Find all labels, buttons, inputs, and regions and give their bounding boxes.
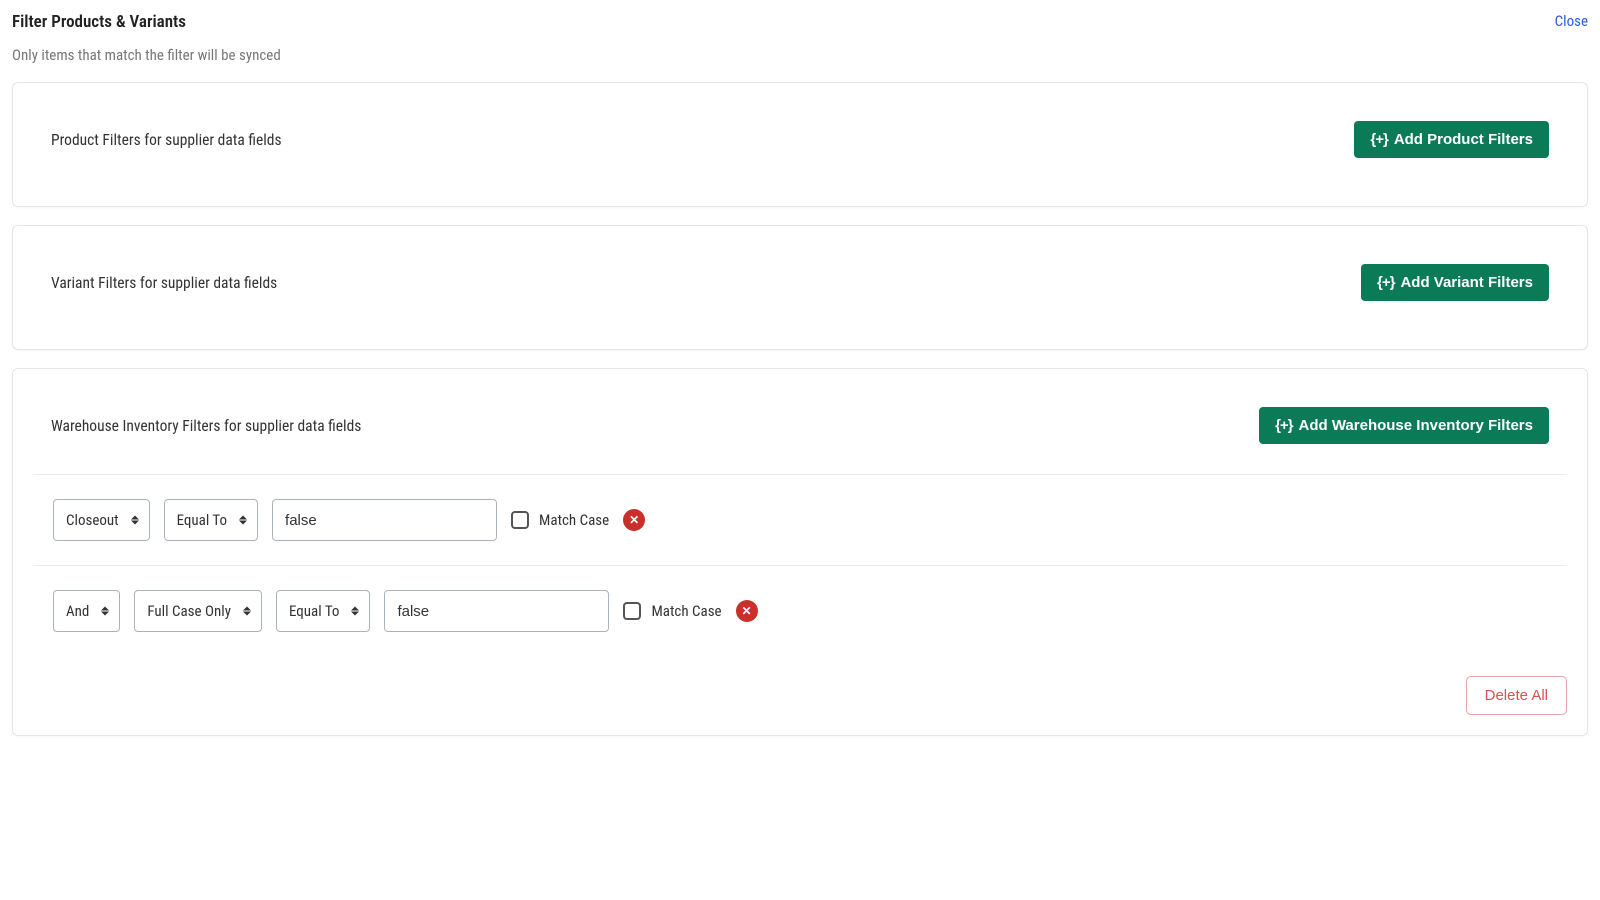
match-case-group[interactable]: Match Case xyxy=(511,511,609,529)
filter-row: Closeout Equal To Match Case ✕ xyxy=(33,474,1567,565)
page-subtitle: Only items that match the filter will be… xyxy=(12,46,1588,64)
add-warehouse-filters-label: Add Warehouse Inventory Filters xyxy=(1299,417,1534,434)
sort-icon xyxy=(131,516,139,525)
operator-select[interactable]: Equal To xyxy=(276,590,370,632)
logic-select[interactable]: And xyxy=(53,590,120,632)
operator-select-value: Equal To xyxy=(289,602,339,620)
match-case-checkbox[interactable] xyxy=(511,511,529,529)
delete-all-button[interactable]: Delete All xyxy=(1466,676,1567,715)
close-icon: ✕ xyxy=(629,514,639,526)
add-warehouse-filters-button[interactable]: {+} Add Warehouse Inventory Filters xyxy=(1259,407,1549,444)
sort-icon xyxy=(243,607,251,616)
field-select[interactable]: Closeout xyxy=(53,499,150,541)
filter-row: And Full Case Only Equal To Match Case ✕ xyxy=(33,565,1567,656)
close-link[interactable]: Close xyxy=(1555,12,1588,30)
operator-select-value: Equal To xyxy=(177,511,227,529)
sort-icon xyxy=(239,516,247,525)
match-case-group[interactable]: Match Case xyxy=(623,602,721,620)
match-case-label: Match Case xyxy=(539,511,609,529)
delete-row-button[interactable]: ✕ xyxy=(736,600,758,622)
page-title: Filter Products & Variants xyxy=(12,12,186,32)
delete-row-button[interactable]: ✕ xyxy=(623,509,645,531)
add-variant-filters-label: Add Variant Filters xyxy=(1400,274,1533,291)
add-product-filters-button[interactable]: {+} Add Product Filters xyxy=(1354,121,1549,158)
match-case-checkbox[interactable] xyxy=(623,602,641,620)
field-select[interactable]: Full Case Only xyxy=(134,590,262,632)
variant-filters-card: Variant Filters for supplier data fields… xyxy=(12,225,1588,350)
operator-select[interactable]: Equal To xyxy=(164,499,258,541)
warehouse-filters-card: Warehouse Inventory Filters for supplier… xyxy=(12,368,1588,736)
field-select-value: Closeout xyxy=(66,511,119,529)
plus-brace-icon: {+} xyxy=(1370,131,1387,148)
value-input[interactable] xyxy=(384,590,609,632)
sort-icon xyxy=(351,607,359,616)
value-input[interactable] xyxy=(272,499,497,541)
plus-brace-icon: {+} xyxy=(1377,274,1394,291)
variant-filters-title: Variant Filters for supplier data fields xyxy=(51,274,277,292)
sort-icon xyxy=(101,607,109,616)
add-product-filters-label: Add Product Filters xyxy=(1394,131,1533,148)
plus-brace-icon: {+} xyxy=(1275,417,1292,434)
product-filters-card: Product Filters for supplier data fields… xyxy=(12,82,1588,207)
add-variant-filters-button[interactable]: {+} Add Variant Filters xyxy=(1361,264,1549,301)
field-select-value: Full Case Only xyxy=(147,602,231,620)
close-icon: ✕ xyxy=(742,605,752,617)
match-case-label: Match Case xyxy=(651,602,721,620)
product-filters-title: Product Filters for supplier data fields xyxy=(51,131,282,149)
warehouse-filters-title: Warehouse Inventory Filters for supplier… xyxy=(51,417,361,435)
logic-select-value: And xyxy=(66,602,89,620)
